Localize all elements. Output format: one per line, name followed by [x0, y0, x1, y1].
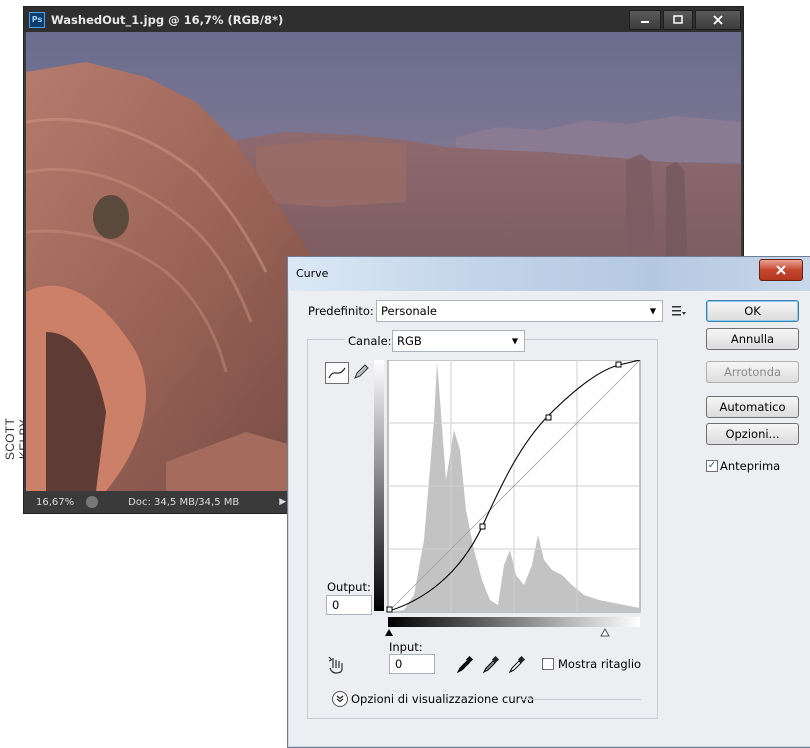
dialog-title: Curve	[296, 267, 329, 280]
preset-label: Predefinito:	[308, 304, 374, 318]
minimize-icon	[641, 21, 649, 23]
maximize-button[interactable]	[663, 10, 693, 30]
preview-label: Anteprima	[720, 459, 781, 473]
photo-credit: SCOTT KELBY	[3, 417, 31, 461]
photoshop-app-icon: Ps	[29, 11, 45, 28]
channel-select[interactable]: RGB ▼	[392, 330, 525, 352]
black-point-slider[interactable]	[385, 629, 393, 636]
auto-button[interactable]: Automatico	[706, 396, 799, 418]
options-button[interactable]: Opzioni...	[706, 423, 799, 445]
gray-eyedropper-icon	[482, 655, 500, 674]
window-controls	[629, 10, 741, 30]
curve-point[interactable]	[386, 606, 393, 613]
dialog-title-bar[interactable]: Curve	[288, 257, 810, 291]
document-title-bar[interactable]: Ps WashedOut_1.jpg @ 16,7% (RGB/8*)	[24, 7, 743, 32]
zoom-level[interactable]: 16,67%	[36, 497, 74, 508]
preset-select[interactable]: Personale ▼	[376, 300, 663, 322]
input-gradient-bar	[388, 617, 640, 627]
channel-label: Canale:	[345, 334, 395, 348]
dialog-close-button[interactable]	[759, 259, 803, 281]
curve-tool-icon	[328, 367, 346, 379]
on-image-adjust-tool[interactable]	[327, 655, 347, 675]
curves-graph[interactable]	[374, 359, 641, 637]
document-size-info: Doc: 34,5 MB/34,5 MB	[128, 496, 240, 508]
show-clipping-label: Mostra ritaglio	[558, 657, 642, 671]
curve-point[interactable]	[615, 361, 622, 368]
curve-point[interactable]	[479, 523, 486, 530]
section-divider	[521, 699, 641, 700]
show-clipping-checkbox[interactable]	[542, 658, 554, 670]
double-chevron-down-icon	[336, 695, 344, 703]
ok-button[interactable]: OK	[706, 300, 799, 322]
input-field[interactable]: 0	[389, 654, 435, 674]
preset-options-icon[interactable]	[671, 303, 687, 319]
channel-value: RGB	[397, 334, 422, 348]
list-options-icon	[672, 306, 686, 316]
preset-value: Personale	[381, 304, 437, 318]
maximize-icon	[673, 15, 683, 24]
smooth-button[interactable]: Arrotonda	[706, 361, 799, 383]
white-eyedropper-icon	[508, 655, 526, 674]
minimize-button[interactable]	[629, 10, 661, 30]
close-window-button[interactable]	[695, 10, 741, 30]
status-menu-arrow-icon[interactable]: ▶	[279, 497, 286, 507]
status-circle-icon[interactable]	[86, 496, 99, 508]
output-field[interactable]: 0	[326, 595, 372, 615]
chevron-down-icon: ▼	[649, 306, 656, 316]
curve-display-options-label: Opzioni di visualizzazione curva	[351, 692, 535, 706]
cancel-button[interactable]: Annulla	[706, 328, 799, 350]
close-icon	[713, 15, 723, 25]
black-eyedropper-button[interactable]	[456, 655, 474, 674]
output-label: Output:	[327, 580, 371, 594]
pencil-tool-button[interactable]	[352, 363, 370, 381]
input-label: Input:	[389, 640, 423, 654]
curve-histogram-graph	[374, 359, 641, 637]
white-point-slider[interactable]	[600, 627, 610, 637]
curve-point-tool-button[interactable]	[325, 362, 349, 384]
black-eyedropper-icon	[456, 655, 474, 674]
preview-checkbox[interactable]: ✓	[706, 460, 718, 472]
expand-options-button[interactable]	[332, 691, 348, 707]
chevron-down-icon: ▼	[511, 336, 518, 346]
gray-eyedropper-button[interactable]	[482, 655, 500, 674]
input-value: 0	[395, 657, 403, 671]
curves-dialog: Curve Predefinito: Personale ▼ Canale: R…	[287, 256, 810, 748]
output-value: 0	[332, 598, 340, 612]
document-title: WashedOut_1.jpg @ 16,7% (RGB/8*)	[51, 12, 284, 27]
pencil-icon	[354, 364, 369, 379]
white-eyedropper-button[interactable]	[508, 655, 526, 674]
curve-point[interactable]	[545, 414, 552, 421]
output-gradient-bar	[374, 360, 384, 611]
hand-adjust-icon	[328, 656, 343, 674]
close-icon	[776, 265, 786, 275]
